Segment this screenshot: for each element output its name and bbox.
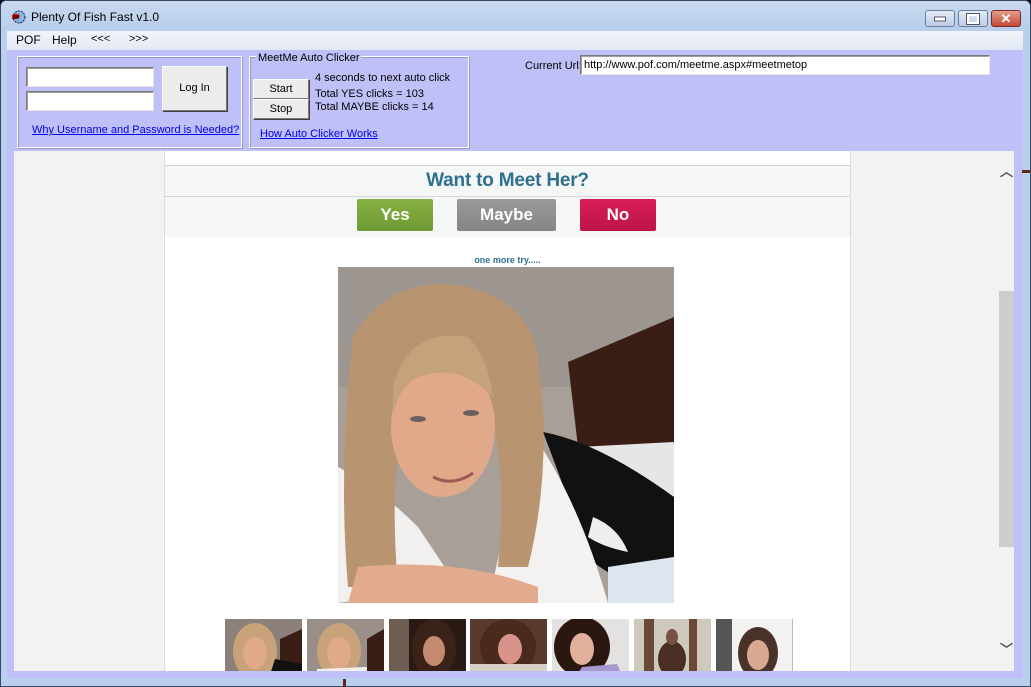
maybe-clicks-count: Total MAYBE clicks = 14 xyxy=(315,101,434,113)
thumbnail-image xyxy=(634,619,711,671)
yes-clicks-count: Total YES clicks = 103 xyxy=(315,88,424,100)
scroll-up-icon[interactable]: ︿ xyxy=(999,161,1014,180)
thumbnail-image xyxy=(716,619,793,671)
resize-marker xyxy=(1022,170,1030,173)
meet-heading: Want to Meet Her? xyxy=(426,170,589,191)
maybe-button[interactable]: Maybe xyxy=(457,199,556,231)
why-credentials-link[interactable]: Why Username and Password is Needed? xyxy=(32,124,239,136)
menu-back[interactable]: <<< xyxy=(91,33,110,45)
page-top-strip xyxy=(165,151,850,166)
thumbnail-6[interactable] xyxy=(634,619,711,671)
thumbnail-image xyxy=(307,619,384,671)
start-button[interactable]: Start xyxy=(253,79,309,99)
window-title: Plenty Of Fish Fast v1.0 xyxy=(31,10,160,24)
thumbnail-image xyxy=(225,619,302,671)
login-group: Log In Why Username and Password is Need… xyxy=(17,56,242,148)
thumbnail-7[interactable] xyxy=(716,619,793,671)
vertical-scrollbar[interactable]: ︿ ﹀ xyxy=(999,151,1014,671)
resize-marker xyxy=(343,679,346,687)
current-url-input[interactable] xyxy=(580,55,990,75)
current-url-label: Current Url: xyxy=(525,60,582,72)
menu-help[interactable]: Help xyxy=(52,33,77,47)
scroll-down-icon[interactable]: ﹀ xyxy=(999,639,1014,658)
thumbnail-4[interactable] xyxy=(470,619,547,671)
password-input[interactable] xyxy=(26,91,154,111)
thumbnail-1[interactable] xyxy=(225,619,302,671)
maximize-icon xyxy=(966,12,980,25)
login-button[interactable]: Log In xyxy=(162,66,227,111)
title-bar: Plenty Of Fish Fast v1.0 ✕ xyxy=(1,1,1030,31)
minimize-icon xyxy=(934,16,946,21)
web-browser-view: Want to Meet Her? Yes Maybe No one more … xyxy=(14,151,1014,671)
username-input[interactable] xyxy=(26,67,154,87)
profile-caption: one more try..... xyxy=(474,255,541,265)
thumbnail-2[interactable] xyxy=(307,619,384,671)
menu-pof[interactable]: POF xyxy=(16,33,41,47)
thumbnail-image xyxy=(552,619,629,671)
vote-buttons-row: Yes Maybe No xyxy=(165,197,850,237)
meet-header: Want to Meet Her? xyxy=(165,166,850,197)
yes-button[interactable]: Yes xyxy=(357,199,433,231)
profile-photo-image xyxy=(338,267,674,603)
maximize-button[interactable] xyxy=(958,10,988,27)
client-area: Log In Why Username and Password is Need… xyxy=(7,50,1023,678)
auto-clicker-legend: MeetMe Auto Clicker xyxy=(256,52,362,64)
close-icon: ✕ xyxy=(1000,10,1012,26)
how-auto-clicker-works-link[interactable]: How Auto Clicker Works xyxy=(260,128,378,140)
no-button[interactable]: No xyxy=(580,199,656,231)
main-profile-photo[interactable] xyxy=(338,267,674,603)
stop-button[interactable]: Stop xyxy=(253,99,309,119)
app-window: Plenty Of Fish Fast v1.0 ✕ POF Help <<< … xyxy=(0,0,1031,687)
scrollbar-thumb[interactable] xyxy=(999,291,1014,547)
app-fish-icon xyxy=(12,10,26,24)
thumbnail-image xyxy=(470,619,547,671)
close-button[interactable]: ✕ xyxy=(991,10,1021,27)
thumbnail-image xyxy=(389,619,466,671)
menu-bar: POF Help <<< >>> xyxy=(7,31,1023,50)
menu-forward[interactable]: >>> xyxy=(129,33,148,45)
meetme-page: Want to Meet Her? Yes Maybe No one more … xyxy=(164,151,851,671)
minimize-button[interactable] xyxy=(925,10,955,27)
countdown-text: 4 seconds to next auto click xyxy=(315,72,451,84)
thumbnail-3[interactable] xyxy=(389,619,466,671)
thumbnails-divider xyxy=(792,619,793,671)
thumbnail-5[interactable] xyxy=(552,619,629,671)
auto-clicker-group: MeetMe Auto Clicker Start Stop 4 seconds… xyxy=(249,52,469,148)
